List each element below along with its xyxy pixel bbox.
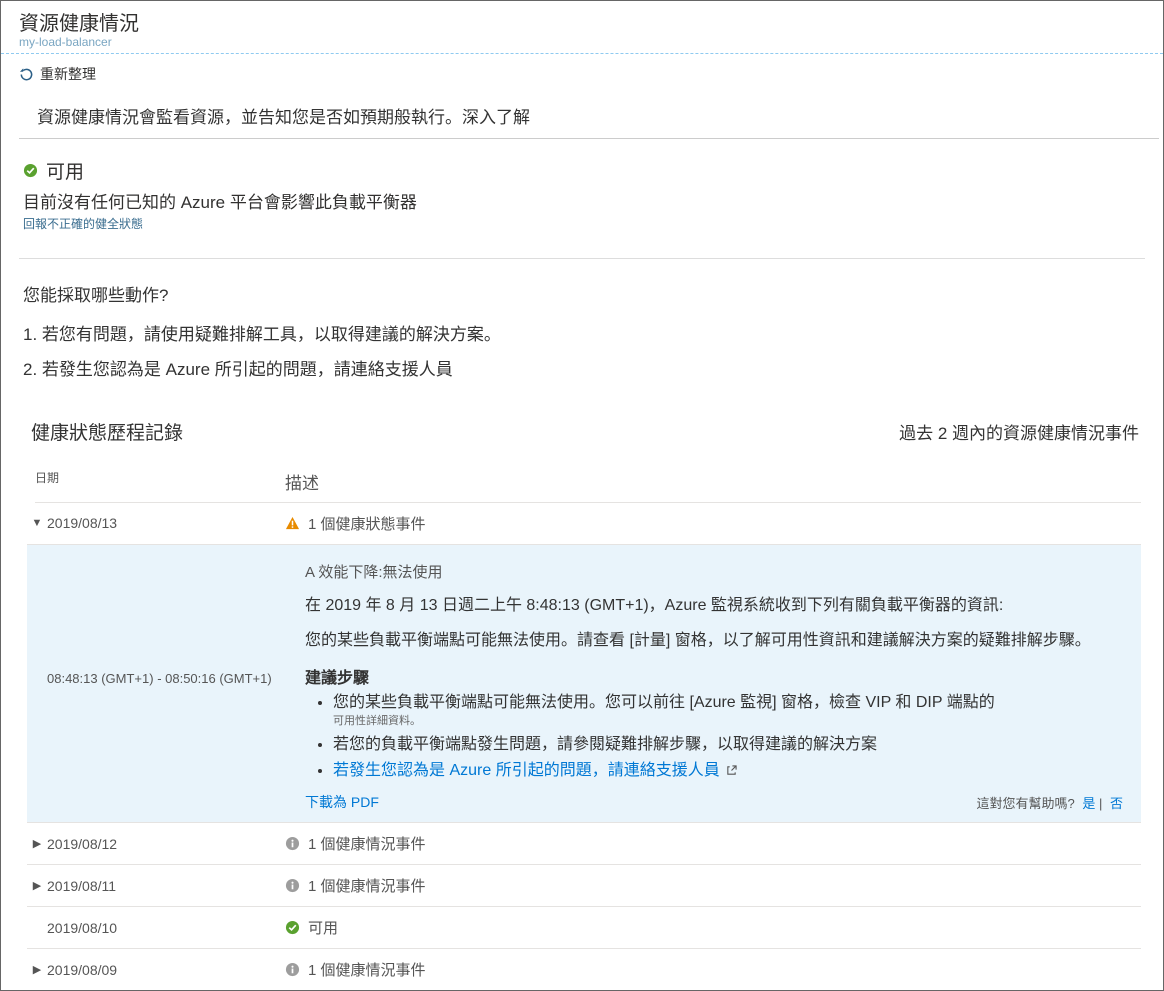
row-desc-text: 1 個健康情況事件 (308, 833, 426, 854)
history-header: 健康狀態歷程記錄 過去 2 週內的資源健康情況事件 (1, 390, 1163, 463)
warning-icon (285, 516, 300, 531)
row-desc-text: 1 個健康狀態事件 (308, 513, 426, 534)
step-item: 您的某些負載平衡端點可能無法使用。您可以前往 [Azure 監視] 窗格，檢查 … (333, 692, 1123, 730)
chevron-right-icon[interactable]: ▶ (27, 963, 47, 976)
contact-support-link[interactable]: 若發生您認為是 Azure 所引起的問題，請連絡支援人員 (333, 762, 720, 779)
row-desc-text: 1 個健康情況事件 (308, 959, 426, 980)
history-title: 健康狀態歷程記錄 (31, 418, 183, 445)
resource-name: my-load-balancer (19, 35, 1145, 49)
description-text: 資源健康情況會監看資源，並告知您是否如預期般執行。深入了解 (19, 95, 1159, 139)
action-item: 2. 若發生您認為是 Azure 所引起的問題，請連絡支援人員 (23, 355, 1141, 380)
step-item: 若您的負載平衡端點發生問題，請參閱疑難排解步驟，以取得建議的解決方案 (333, 734, 1123, 756)
refresh-label: 重新整理 (40, 64, 96, 84)
toolbar: 重新整理 (1, 54, 1163, 95)
event-detail-panel: 08:48:13 (GMT+1) - 08:50:16 (GMT+1) A 效能… (27, 545, 1141, 824)
info-icon (285, 878, 300, 893)
row-date: 2019/08/10 (47, 920, 285, 936)
steps-list: 您的某些負載平衡端點可能無法使用。您可以前往 [Azure 監視] 窗格，檢查 … (305, 692, 1123, 783)
event-paragraph: 在 2019 年 8 月 13 日週二上午 8:48:13 (GMT+1)，Az… (305, 594, 1123, 617)
steps-title: 建議步驟 (305, 664, 1123, 688)
actions-block: 您能採取哪些動作? 1. 若您有問題，請使用疑難排解工具，以取得建議的解決方案。… (1, 259, 1163, 380)
page-header: 資源健康情況 my-load-balancer (1, 1, 1163, 54)
row-desc-text: 可用 (308, 917, 338, 938)
history-table: 日期 描述 ▼ 2019/08/13 1 個健康狀態事件 08:48:13 (G… (1, 463, 1163, 991)
table-row[interactable]: ▼ 2019/08/13 1 個健康狀態事件 (27, 503, 1141, 545)
status-block: 可用 目前沒有任何已知的 Azure 平台會影響此負載平衡器 回報不正確的健全狀… (1, 139, 1163, 238)
chevron-right-icon[interactable]: ▶ (27, 837, 47, 850)
event-heading: A 效能下降:無法使用 (305, 561, 1123, 582)
table-row[interactable]: ▶ 2019/08/09 1 個健康情況事件 (27, 949, 1141, 990)
download-pdf-link[interactable]: 下載為 PDF (305, 792, 379, 812)
row-desc-text: 1 個健康情況事件 (308, 875, 426, 896)
row-date: 2019/08/11 (47, 878, 285, 894)
status-subtext: 目前沒有任何已知的 Azure 平台會影響此負載平衡器 (23, 188, 1141, 213)
refresh-icon (19, 67, 34, 82)
table-row[interactable]: ▶ 2019/08/12 1 個健康情況事件 (27, 823, 1141, 865)
external-link-icon (726, 765, 737, 776)
history-range: 過去 2 週內的資源健康情況事件 (899, 419, 1139, 444)
check-icon (23, 163, 38, 178)
report-incorrect-link[interactable]: 回報不正確的健全狀態 (23, 215, 1141, 232)
helpful-no[interactable]: 否 (1110, 796, 1123, 811)
col-desc-header: 描述 (285, 469, 1141, 494)
info-icon (285, 836, 300, 851)
action-item: 1. 若您有問題，請使用疑難排解工具，以取得建議的解決方案。 (23, 320, 1141, 345)
event-paragraph: 您的某些負載平衡端點可能無法使用。請查看 [計量] 窗格，以了解可用性資訊和建議… (305, 629, 1123, 652)
chevron-right-icon[interactable]: ▶ (27, 879, 47, 892)
helpful-yes[interactable]: 是 (1082, 796, 1095, 811)
event-time-range: 08:48:13 (GMT+1) - 08:50:16 (GMT+1) (47, 561, 285, 813)
actions-title: 您能採取哪些動作? (23, 281, 1141, 306)
step-item: 若發生您認為是 Azure 所引起的問題，請連絡支援人員 (333, 760, 1123, 782)
check-icon (285, 920, 300, 935)
table-row[interactable]: ▶ 2019/08/11 1 個健康情況事件 (27, 865, 1141, 907)
chevron-down-icon[interactable]: ▼ (27, 517, 47, 529)
row-date: 2019/08/09 (47, 962, 285, 978)
col-date-header: 日期 (35, 469, 285, 494)
page-title: 資源健康情況 (19, 7, 1145, 36)
table-header-row: 日期 描述 (35, 463, 1141, 503)
helpful-prompt: 這對您有幫助嗎? 是 | 否 (976, 793, 1123, 812)
row-date: 2019/08/13 (47, 515, 285, 531)
info-icon (285, 962, 300, 977)
status-label: 可用 (46, 157, 84, 184)
refresh-button[interactable]: 重新整理 (19, 64, 96, 84)
row-date: 2019/08/12 (47, 836, 285, 852)
